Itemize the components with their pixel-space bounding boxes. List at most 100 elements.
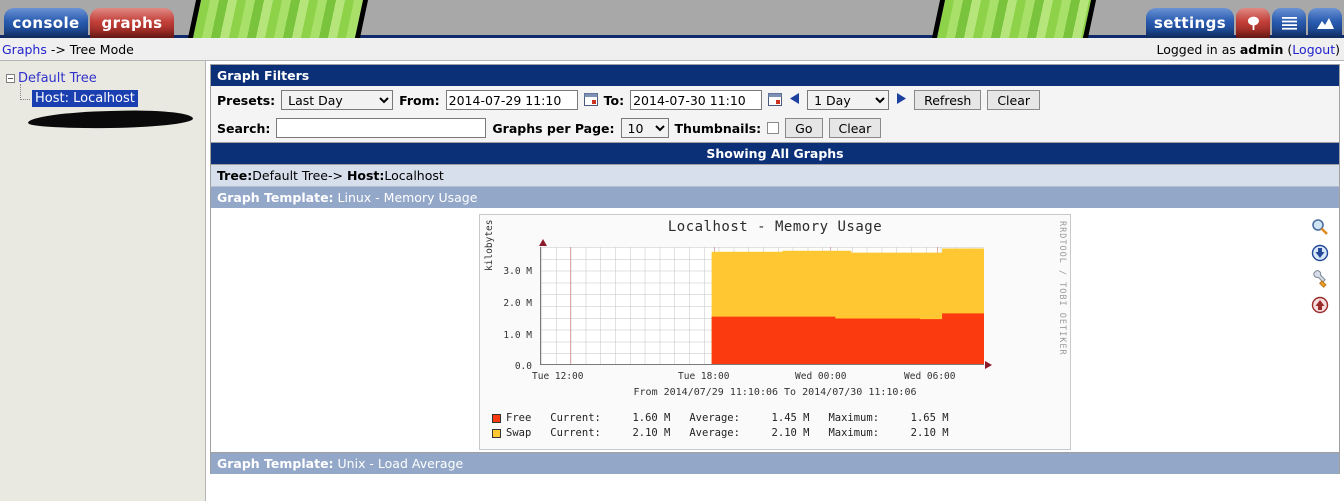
legend-average-label-free: Average: — [689, 412, 740, 424]
graphs-per-page-label: Graphs per Page: — [492, 120, 615, 136]
breadcrumb-bar: Graphs -> Tree Mode Logged in as admin (… — [0, 38, 1344, 61]
tab-graphs-label: graphs — [101, 14, 163, 32]
search-label: Search: — [217, 120, 271, 136]
host-label: Host: — [346, 168, 385, 183]
presets-select[interactable]: Last Day — [281, 90, 394, 110]
graph-template-label: Graph Template: — [217, 190, 334, 205]
legend-row-swap: Swap Current: 2.10 M Average: 2.10 M Max… — [492, 426, 949, 441]
graph-template-bottom-label: Graph Template: — [217, 456, 334, 471]
next-period-icon[interactable] — [895, 92, 908, 108]
tree-child-row[interactable]: Host: Localhost — [20, 84, 205, 107]
y-tick-3: 3.0 M — [503, 266, 532, 277]
legend-name-swap: Swap — [506, 427, 532, 439]
legend-average-swap: 2.10 M — [771, 427, 810, 439]
tree-root-label[interactable]: Default Tree — [18, 71, 97, 86]
breadcrumb-graphs-link[interactable]: Graphs — [2, 42, 47, 57]
showing-all-graphs-bar: Showing All Graphs — [210, 143, 1340, 165]
graph-view-button[interactable] — [1308, 8, 1342, 38]
tree-root-row[interactable]: − Default Tree — [6, 71, 205, 86]
legend-row-free: Free Current: 1.60 M Average: 1.45 M Max… — [492, 411, 949, 426]
list-icon — [1281, 17, 1297, 30]
top-navigation-bar: console graphs settings — [0, 0, 1344, 38]
legend-swatch-free — [492, 414, 501, 423]
from-calendar-icon[interactable] — [583, 92, 598, 109]
host-value: Localhost — [384, 168, 444, 183]
legend-swatch-swap — [492, 429, 501, 438]
y-tick-1: 1.0 M — [503, 330, 532, 341]
y-axis-label: kilobytes — [484, 219, 495, 271]
legend-maximum-label-free: Maximum: — [828, 412, 880, 424]
memory-usage-graph[interactable]: Localhost - Memory Usage kilobytes 0.0 1… — [479, 214, 1071, 450]
legend-current-label-swap: Current: — [550, 427, 601, 439]
x-axis-arrow-icon — [985, 361, 992, 369]
breadcrumb: Graphs -> Tree Mode — [2, 42, 134, 57]
legend-current-label-free: Current: — [550, 412, 601, 424]
logout-paren-close: ) — [1335, 41, 1340, 57]
logout-link[interactable]: Logout — [1292, 42, 1335, 57]
y-tick-0: 0.0 — [514, 361, 532, 372]
graph-title: Localhost - Memory Usage — [667, 219, 883, 235]
to-date-input[interactable] — [630, 90, 763, 110]
thumbnails-label: Thumbnails: — [674, 120, 762, 136]
legend-current-free: 1.60 M — [632, 412, 671, 424]
x-tick-1: Tue 18:00 — [678, 371, 730, 382]
legend-maximum-swap: 2.10 M — [910, 427, 949, 439]
x-tick-3: Wed 06:00 — [904, 371, 956, 382]
sidebar-item-host-localhost[interactable]: Host: Localhost — [32, 90, 138, 107]
tab-graphs[interactable]: graphs — [90, 8, 174, 38]
legend-maximum-free: 1.65 M — [910, 412, 949, 424]
graph-template-bottom-value: Unix - Load Average — [333, 456, 464, 471]
x-tick-0: Tue 12:00 — [532, 371, 584, 382]
graph-legend: Free Current: 1.60 M Average: 1.45 M Max… — [492, 411, 949, 441]
content-area: Graph Filters Presets: Last Day From: To… — [206, 61, 1344, 501]
sidebar-tree: − Default Tree Host: Localhost — [0, 61, 206, 501]
tab-console[interactable]: console — [4, 8, 88, 38]
decorative-green-banner-left — [187, 0, 369, 38]
logout-paren-open: ( — [1283, 41, 1293, 57]
go-button[interactable]: Go — [785, 118, 823, 138]
graph-template-bar: Graph Template: Linux - Memory Usage — [210, 187, 1340, 208]
logged-in-prefix: Logged in as — [1156, 41, 1240, 57]
thumbnails-checkbox[interactable] — [767, 122, 780, 134]
graph-view-icon — [1316, 17, 1334, 29]
legend-current-swap: 2.10 M — [632, 427, 671, 439]
graph-filters-title: Graph Filters — [211, 65, 1339, 86]
zoom-graph-icon[interactable] — [1311, 218, 1329, 236]
graph-action-icons — [1311, 218, 1329, 314]
clear-button[interactable]: Clear — [987, 90, 1041, 110]
tree-path-value: Default Tree-> — [252, 168, 347, 183]
graphs-per-page-select[interactable]: 10 — [620, 118, 669, 138]
previous-period-icon[interactable] — [788, 92, 801, 108]
clear-search-button[interactable]: Clear — [828, 118, 882, 138]
tab-settings-label: settings — [1153, 14, 1227, 32]
graph-container: Localhost - Memory Usage kilobytes 0.0 1… — [210, 208, 1340, 452]
list-view-button[interactable] — [1272, 8, 1306, 38]
tree-icon-button[interactable] — [1236, 8, 1270, 38]
tab-settings[interactable]: settings — [1146, 8, 1234, 38]
to-calendar-icon[interactable] — [768, 92, 783, 109]
csv-export-icon[interactable] — [1311, 244, 1329, 262]
filter-row-search: Search: Graphs per Page: 10 Thumbnails: … — [211, 114, 1339, 142]
username: admin — [1239, 41, 1284, 57]
legend-maximum-label-swap: Maximum: — [828, 427, 880, 439]
chart-series-svg — [711, 248, 984, 364]
time-span-select[interactable]: 1 Day — [807, 90, 890, 110]
login-status: Logged in as admin (Logout) — [1156, 42, 1340, 57]
tree-path-bar: Tree:Default Tree-> Host:Localhost — [210, 165, 1340, 187]
refresh-button[interactable]: Refresh — [914, 90, 982, 110]
legend-average-free: 1.45 M — [771, 412, 810, 424]
page-top-icon[interactable] — [1311, 296, 1329, 314]
rrdtool-watermark: RRDTOOL / TOBI OETIKER — [1057, 221, 1067, 356]
y-tick-2: 2.0 M — [503, 298, 532, 309]
tree-path-label: Tree: — [217, 168, 253, 183]
y-axis-arrow-icon — [539, 239, 547, 246]
legend-average-label-swap: Average: — [689, 427, 740, 439]
presets-label: Presets: — [217, 92, 276, 108]
search-input[interactable] — [276, 118, 487, 138]
plot-area — [540, 247, 984, 365]
graph-properties-icon[interactable] — [1311, 270, 1329, 288]
tree-expander-icon[interactable]: − — [6, 74, 15, 83]
graph-template-bar-bottom: Graph Template: Unix - Load Average — [210, 452, 1340, 474]
x-tick-2: Wed 00:00 — [795, 371, 847, 382]
from-date-input[interactable] — [445, 90, 578, 110]
